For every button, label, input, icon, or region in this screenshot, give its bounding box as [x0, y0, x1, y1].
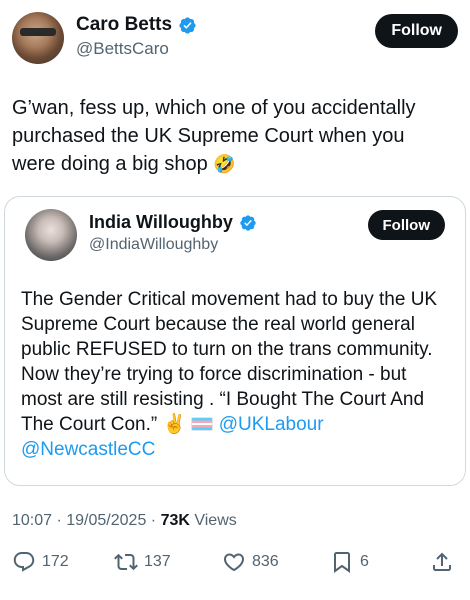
- quoted-follow-button[interactable]: Follow: [367, 210, 445, 240]
- quoted-tweet-text: The Gender Critical movement had to buy …: [21, 287, 451, 462]
- tweet-timestamp[interactable]: 10:07 · 19/05/2025 ·: [12, 512, 161, 529]
- bookmark-count: 6: [360, 553, 369, 570]
- views-label: Views: [189, 512, 237, 529]
- mention-newcastlecc[interactable]: @NewcastleCC: [21, 439, 155, 460]
- author-handle[interactable]: @BettsCaro: [76, 39, 197, 59]
- reply-button[interactable]: 172: [12, 550, 69, 574]
- bookmark-icon: [334, 552, 350, 573]
- tweet-text: G’wan, fess up, which one of you acciden…: [12, 94, 452, 178]
- rofl-emoji: 🤣: [213, 154, 236, 174]
- retweet-count: 137: [144, 553, 171, 570]
- reply-count: 172: [42, 553, 69, 570]
- retweet-icon: [114, 553, 138, 571]
- bookmark-button[interactable]: 6: [330, 550, 369, 574]
- quoted-author-avatar[interactable]: [25, 209, 77, 261]
- victory-hand-emoji: ✌️: [162, 414, 187, 435]
- share-icon: [433, 552, 451, 571]
- share-button[interactable]: [430, 550, 454, 574]
- quoted-author-display-name[interactable]: India Willoughby: [89, 212, 233, 233]
- author-avatar[interactable]: [12, 12, 64, 64]
- author-display-name[interactable]: Caro Betts: [76, 14, 172, 36]
- transgender-flag-icon: [191, 417, 214, 431]
- tweet-meta: 10:07 · 19/05/2025 · 73K Views: [12, 512, 237, 530]
- quoted-author-info: India Willoughby @IndiaWilloughby: [89, 212, 257, 254]
- like-count: 836: [252, 553, 279, 570]
- like-icon: [223, 553, 245, 572]
- action-bar: 172 137 836 6: [12, 550, 458, 580]
- retweet-button[interactable]: 137: [114, 550, 171, 574]
- reply-icon: [13, 552, 35, 572]
- follow-button[interactable]: Follow: [375, 14, 458, 48]
- quoted-author-handle[interactable]: @IndiaWilloughby: [89, 236, 257, 254]
- like-button[interactable]: 836: [222, 550, 279, 574]
- author-info: Caro Betts @BettsCaro: [76, 14, 197, 59]
- verified-badge-icon: [179, 16, 196, 34]
- tweet-header: Caro Betts @BettsCaro Follow: [12, 12, 458, 64]
- mention-uklabour[interactable]: @UKLabour: [219, 414, 324, 435]
- verified-badge-icon: [240, 214, 256, 231]
- quoted-tweet[interactable]: India Willoughby @IndiaWilloughby Follow…: [4, 196, 466, 486]
- views-count: 73K: [160, 512, 190, 529]
